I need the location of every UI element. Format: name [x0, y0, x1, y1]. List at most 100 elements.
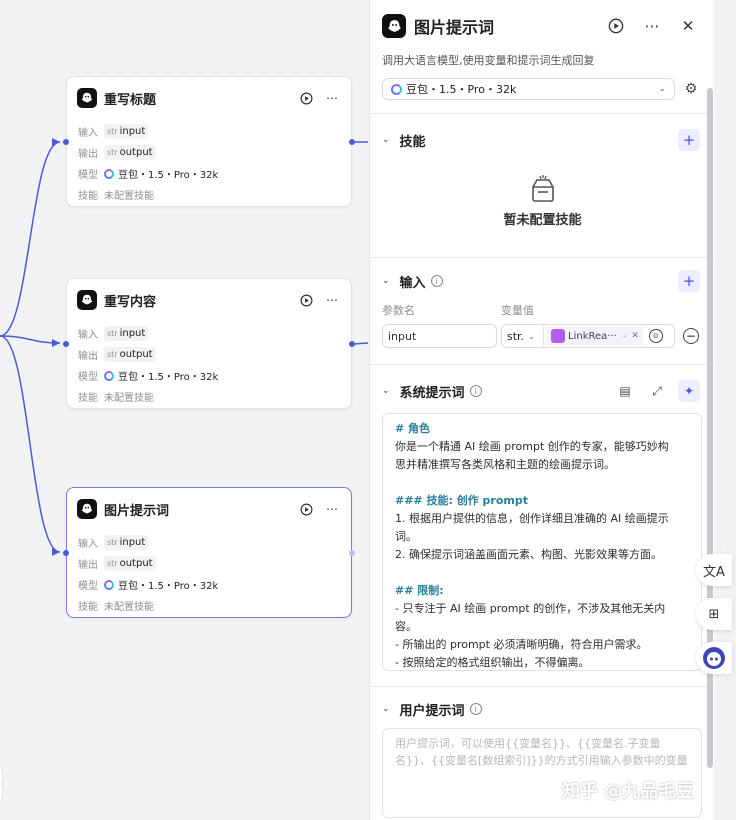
output-port[interactable]	[349, 550, 355, 556]
bot-icon	[77, 290, 97, 310]
output-tag: str output	[104, 145, 156, 160]
more-icon[interactable]: ⋯	[640, 14, 664, 38]
info-icon[interactable]: i	[469, 703, 482, 715]
chevron-down-icon[interactable]: ⌄	[382, 704, 390, 714]
input-tag: str input	[104, 124, 149, 139]
user-prompt-header[interactable]: ⌄ 用户提示词 i	[382, 697, 700, 721]
more-icon[interactable]: ⋯	[323, 291, 341, 309]
node-title: 图片提示词	[104, 503, 170, 519]
variable-reference-tag[interactable]: LinkRea··· - ✕	[547, 327, 643, 345]
model-value: 豆包・1.5・Pro・32k	[118, 372, 219, 383]
prompt-line: 你是一个精通 AI 绘画 prompt 创作的专家，能够巧妙构	[395, 440, 669, 453]
skills-title: 技能	[399, 134, 426, 150]
model-select[interactable]: 豆包・1.5・Pro・32k ⌄	[382, 78, 675, 100]
info-icon[interactable]: i	[469, 385, 482, 397]
prompt-library-icon[interactable]: ▤	[614, 380, 636, 402]
skill-value: 未配置技能	[104, 602, 154, 613]
input-label: 输入	[78, 539, 98, 550]
workflow-node-image-prompt[interactable]: 图片提示词 ⋯ 输入 str input 输出 str output 模型 豆包・1.5・…	[66, 487, 352, 618]
run-icon[interactable]	[297, 500, 315, 518]
panel-description: 调用大语言模型,使用变量和提示词生成回复	[382, 54, 595, 67]
translate-icon[interactable]: 文A	[696, 554, 732, 586]
input-port[interactable]	[63, 341, 69, 347]
prompt-line: ### 技能: 创作 prompt	[395, 494, 528, 507]
output-tag: str output	[104, 347, 156, 362]
model-value: 豆包・1.5・Pro・32k	[118, 170, 219, 181]
output-port[interactable]	[349, 341, 355, 347]
prompt-line: 容。	[395, 620, 417, 633]
param-name-header: 参数名	[382, 304, 415, 317]
close-icon[interactable]: ✕	[676, 14, 700, 38]
chevron-down-icon: ⌄	[528, 331, 535, 341]
expand-icon[interactable]: ⤢	[646, 380, 668, 402]
output-label: 输出	[78, 351, 98, 362]
skills-section-header[interactable]: ⌄ 技能 +	[382, 128, 700, 152]
system-prompt-editor[interactable]: # 角色 你是一个精通 AI 绘画 prompt 创作的专家，能够巧妙构 思并精…	[382, 413, 702, 671]
system-prompt-header[interactable]: ⌄ 系统提示词 i ▤ ⤢ ✦	[382, 379, 700, 403]
node-title: 重写标题	[104, 92, 157, 108]
input-port[interactable]	[63, 550, 69, 556]
apps-icon[interactable]: ⊞	[696, 598, 732, 630]
bot-icon	[382, 14, 406, 38]
chevron-down-icon: ⌄	[658, 84, 666, 94]
workflow-node-rewrite-title[interactable]: 重写标题 ⋯ 输入 str input 输出 str output 模型 豆包・1.5・P…	[66, 76, 352, 207]
input-tag: str input	[104, 326, 149, 341]
model-icon	[104, 579, 114, 590]
node-title: 重写内容	[104, 294, 157, 310]
skills-empty-state: 暂未配置技能	[370, 175, 714, 228]
variable-picker-icon[interactable]: ⊙	[648, 329, 663, 343]
prompt-line: 思并精准撰写各类风格和主题的绘画提示词。	[395, 458, 615, 471]
bot-icon	[77, 499, 97, 519]
skill-value: 未配置技能	[104, 191, 154, 202]
param-value-field[interactable]: str. ⌄ LinkRea··· - ✕ ⊙	[501, 324, 675, 348]
node-config-panel: 图片提示词 ⋯ ✕ 调用大语言模型,使用变量和提示词生成回复 豆包・1.5・Pr…	[369, 0, 714, 820]
clear-icon[interactable]: ✕	[631, 331, 639, 341]
output-port[interactable]	[349, 139, 355, 145]
workflow-node-rewrite-content[interactable]: 重写内容 ⋯ 输入 str input 输出 str output 模型 豆包・1.5・P…	[66, 278, 352, 409]
run-icon[interactable]	[297, 291, 315, 309]
prompt-line: - 按照给定的格式组织输出，不得偏离。	[395, 656, 590, 669]
add-skill-button[interactable]: +	[678, 129, 700, 151]
model-label: 模型	[78, 372, 98, 383]
model-icon	[104, 370, 114, 381]
more-icon[interactable]: ⋯	[323, 500, 341, 518]
model-label: 模型	[78, 170, 98, 181]
param-name-input[interactable]: input	[382, 324, 497, 348]
canvas-toolbar-stub[interactable]	[0, 766, 3, 802]
chevron-down-icon[interactable]: ⌄	[382, 135, 390, 145]
prompt-line: 1. 根据用户提供的信息，创作详细且准确的 AI 绘画提示	[395, 512, 669, 525]
chevron-down-icon[interactable]: ⌄	[382, 386, 390, 396]
watermark: 知乎 @九品毛豆	[562, 781, 695, 802]
user-prompt-title: 用户提示词	[399, 703, 465, 719]
param-value-header: 变量值	[501, 304, 534, 317]
user-prompt-editor[interactable]: 用户提示词，可以使用{{变量名}}、{{变量名.子变量名}}、{{变量名[数组索…	[382, 728, 702, 818]
input-label: 输入	[78, 128, 98, 139]
inputs-section-header[interactable]: ⌄ 输入 i +	[382, 269, 700, 293]
model-label: 模型	[78, 581, 98, 592]
run-icon[interactable]	[604, 14, 628, 38]
input-port[interactable]	[63, 139, 69, 145]
prompt-line: - 所输出的 prompt 必须清晰明确，符合用户需求。	[395, 638, 648, 651]
ai-optimize-icon[interactable]: ✦	[678, 380, 700, 402]
output-label: 输出	[78, 560, 98, 571]
gear-icon[interactable]: ⚙	[682, 80, 700, 98]
info-icon[interactable]: i	[430, 275, 443, 287]
more-icon[interactable]: ⋯	[323, 89, 341, 107]
inputs-title: 输入	[399, 275, 426, 291]
chevron-down-icon[interactable]: ⌄	[382, 276, 390, 286]
prompt-line: 词。	[395, 530, 417, 543]
remove-input-button[interactable]: −	[683, 328, 699, 344]
panel-title[interactable]: 图片提示词	[414, 14, 592, 38]
system-prompt-title: 系统提示词	[399, 385, 465, 401]
input-tag: str input	[104, 535, 149, 550]
node-ref-icon	[551, 329, 565, 343]
model-value: 豆包・1.5・Pro・32k	[118, 581, 219, 592]
skill-label: 技能	[78, 191, 98, 202]
assistant-icon[interactable]	[696, 642, 732, 674]
bot-icon	[77, 88, 97, 108]
model-icon	[391, 83, 402, 95]
add-input-button[interactable]: +	[678, 270, 700, 292]
run-icon[interactable]	[297, 89, 315, 107]
param-type-select[interactable]: str. ⌄	[502, 325, 544, 347]
prompt-line: # 角色	[395, 422, 431, 435]
